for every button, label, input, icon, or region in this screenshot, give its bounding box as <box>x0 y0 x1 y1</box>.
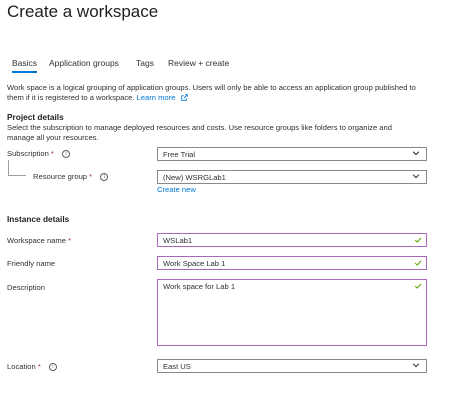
required-marker: * <box>50 149 54 158</box>
tree-connector <box>8 160 26 176</box>
workspace-name-value: WSLab1 <box>163 236 193 245</box>
location-value: East US <box>163 362 191 371</box>
subscription-label: Subscription * i <box>7 149 71 159</box>
intro-line-2-text: them if it is registered to a workspace. <box>7 93 137 102</box>
learn-more-link[interactable]: Learn more <box>137 93 176 102</box>
tab-tags[interactable]: Tags <box>136 58 154 68</box>
tab-application-groups[interactable]: Application groups <box>49 58 119 68</box>
required-marker: * <box>68 236 72 245</box>
tab-bar: Basics Application groups Tags Review + … <box>0 58 474 78</box>
chevron-down-icon <box>412 174 420 179</box>
workspace-name-input[interactable]: WSLab1 <box>157 233 427 247</box>
description-textarea[interactable]: Work space for Lab 1 <box>157 279 427 346</box>
resource-group-value: (New) WSRGLab1 <box>163 173 226 182</box>
page-title: Create a workspace <box>7 2 159 21</box>
info-icon[interactable]: i <box>62 150 71 158</box>
workspace-name-label: Workspace name * <box>7 236 71 246</box>
checkmark-icon <box>414 260 422 266</box>
chevron-down-icon <box>412 363 420 368</box>
subscription-label-text: Subscription <box>7 149 49 158</box>
friendly-name-value: Work Space Lab 1 <box>163 259 226 268</box>
friendly-name-input[interactable]: Work Space Lab 1 <box>157 256 427 270</box>
chevron-down-icon <box>412 151 420 156</box>
tab-basics[interactable]: Basics <box>12 58 38 73</box>
checkmark-icon <box>414 237 422 243</box>
resource-group-label-text: Resource group <box>33 172 88 181</box>
location-dropdown[interactable]: East US <box>157 359 427 373</box>
resource-group-dropdown[interactable]: (New) WSRGLab1 <box>157 170 427 184</box>
required-marker: * <box>89 172 93 181</box>
required-marker: * <box>37 362 41 371</box>
project-desc-line-1: Select the subscription to manage deploy… <box>7 123 392 132</box>
intro-line-1: Work space is a logical grouping of appl… <box>7 83 416 92</box>
intro-line-2: them if it is registered to a workspace.… <box>7 93 188 103</box>
description-value: Work space for Lab 1 <box>163 282 236 291</box>
friendly-name-label: Friendly name <box>7 259 56 268</box>
info-icon[interactable]: i <box>100 173 109 181</box>
checkmark-icon <box>414 283 422 289</box>
info-icon[interactable]: i <box>48 363 57 371</box>
project-desc-line-2: manage all your resources. <box>7 133 99 142</box>
instance-details-heading: Instance details <box>7 214 70 224</box>
tab-review-create[interactable]: Review + create <box>168 58 229 68</box>
subscription-dropdown[interactable]: Free Trial <box>157 147 427 161</box>
external-link-icon <box>180 94 188 101</box>
location-label-text: Location <box>7 362 36 371</box>
description-label: Description <box>7 283 45 292</box>
project-details-heading: Project details <box>7 112 64 122</box>
subscription-value: Free Trial <box>163 150 196 159</box>
location-label: Location * i <box>7 362 57 372</box>
resource-group-label: Resource group * i <box>33 172 109 182</box>
workspace-name-label-text: Workspace name <box>7 236 66 245</box>
create-new-link[interactable]: Create new <box>157 185 196 195</box>
